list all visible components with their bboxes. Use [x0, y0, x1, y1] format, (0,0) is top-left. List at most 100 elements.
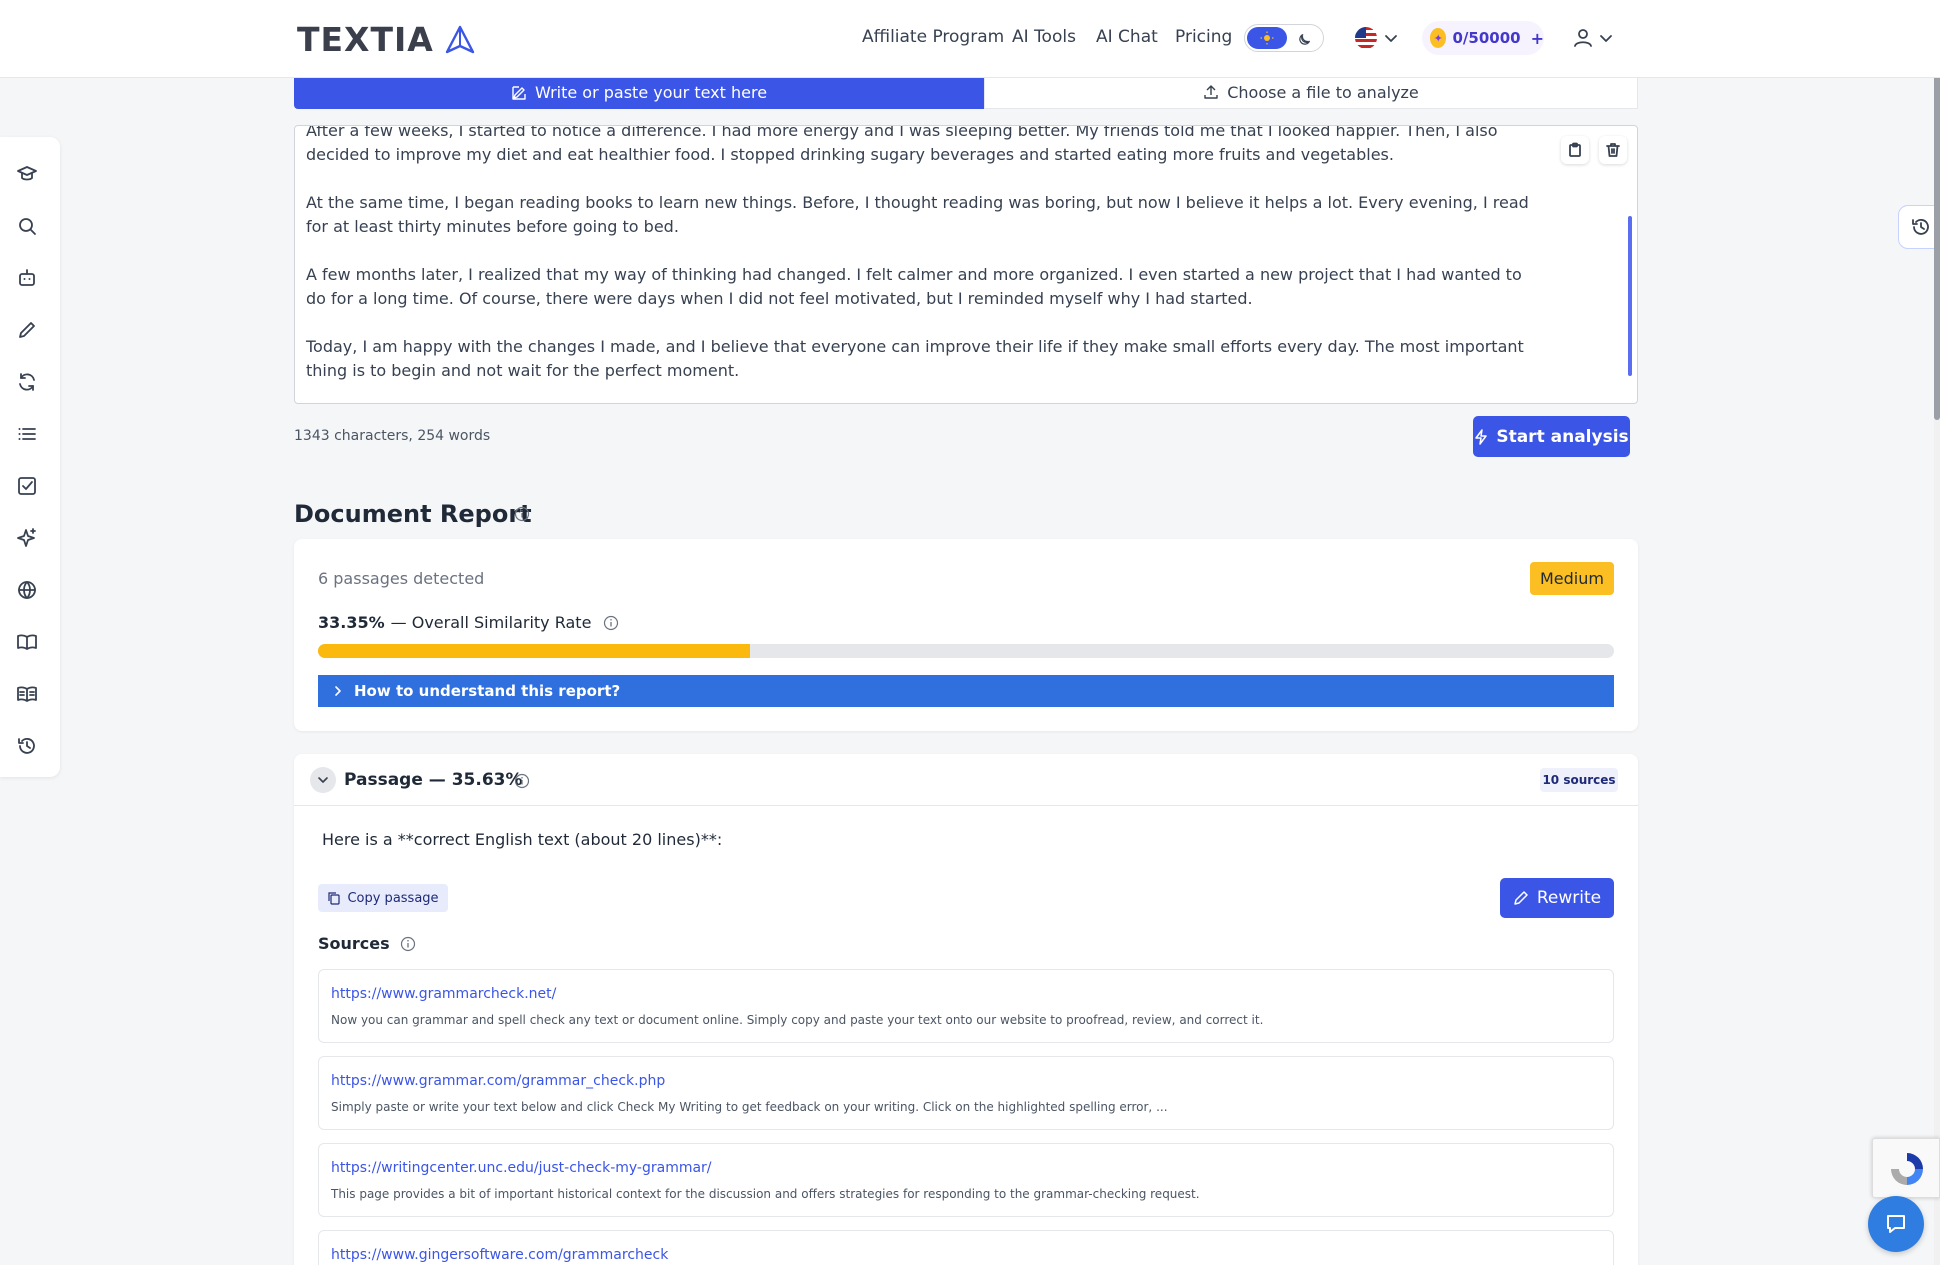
understand-report-toggle[interactable]: How to understand this report?	[318, 675, 1614, 707]
source-url[interactable]: https://www.gingersoftware.com/grammarch…	[331, 1247, 668, 1263]
rate-value: 33.35%	[318, 613, 385, 632]
history-icon[interactable]	[14, 733, 40, 759]
credits-badge[interactable]: ✦ 0/50000 +	[1422, 21, 1544, 55]
pencil-icon	[1514, 891, 1528, 905]
paste-button[interactable]	[1561, 136, 1589, 164]
similarity-progress-bar	[318, 644, 1614, 658]
text-editor[interactable]: After a few weeks, I started to notice a…	[294, 125, 1638, 404]
nav-ai-tools[interactable]: AI Tools	[1012, 27, 1076, 47]
language-chevron-down-icon[interactable]	[1383, 30, 1399, 46]
theme-toggle[interactable]	[1244, 24, 1324, 52]
overall-similarity-rate: 33.35% — Overall Similarity Rate	[318, 613, 619, 632]
add-credits-icon[interactable]: +	[1531, 29, 1544, 48]
character-word-count: 1343 characters, 254 words	[294, 428, 491, 444]
source-url[interactable]: https://writingcenter.unc.edu/just-check…	[331, 1160, 712, 1176]
robot-icon[interactable]	[14, 265, 40, 291]
copy-icon	[328, 892, 341, 905]
passages-detected: 6 passages detected	[318, 569, 485, 588]
graduation-cap-icon[interactable]	[14, 161, 40, 187]
source-item[interactable]: https://www.grammarcheck.net/ Now you ca…	[318, 969, 1614, 1043]
source-url[interactable]: https://www.grammarcheck.net/	[331, 986, 556, 1002]
editor-scrollbar[interactable]	[1628, 216, 1632, 376]
source-url[interactable]: https://www.grammar.com/grammar_check.ph…	[331, 1073, 665, 1089]
tab-write-text[interactable]: Write or paste your text here	[294, 76, 984, 109]
passage-card: Passage — 35.63% 10 sources Here is a **…	[294, 754, 1638, 1265]
coin-icon: ✦	[1430, 28, 1447, 48]
pencil-icon[interactable]	[14, 317, 40, 343]
nav-pricing[interactable]: Pricing	[1175, 27, 1232, 47]
info-icon[interactable]	[514, 773, 530, 789]
clipboard-icon	[1569, 142, 1581, 157]
logo-text: TEXTIA	[297, 20, 434, 59]
passage-header: Passage — 35.63% 10 sources	[294, 754, 1638, 806]
sources-heading: Sources	[318, 934, 416, 953]
globe-icon[interactable]	[14, 577, 40, 603]
collapse-passage-button[interactable]	[310, 767, 336, 793]
sun-icon	[1247, 27, 1287, 49]
info-icon[interactable]	[400, 936, 416, 952]
info-icon[interactable]	[514, 506, 530, 522]
report-summary-card: 6 passages detected Medium 33.35% — Over…	[294, 539, 1638, 731]
source-item[interactable]: https://writingcenter.unc.edu/just-check…	[318, 1143, 1614, 1217]
editor-text[interactable]: After a few weeks, I started to notice a…	[306, 126, 1546, 383]
copy-passage-button[interactable]: Copy passage	[318, 884, 448, 912]
similarity-level-badge: Medium	[1530, 562, 1614, 595]
recaptcha-logo-icon	[1891, 1153, 1923, 1185]
source-item[interactable]: https://www.grammar.com/grammar_check.ph…	[318, 1056, 1614, 1130]
chat-support-button[interactable]	[1868, 1196, 1924, 1252]
credits-count: 0/50000	[1452, 29, 1521, 47]
rate-label: — Overall Similarity Rate	[390, 613, 592, 632]
search-icon[interactable]	[14, 213, 40, 239]
checkbox-icon[interactable]	[14, 473, 40, 499]
rewrite-label: Rewrite	[1536, 888, 1602, 908]
chevron-right-icon	[335, 686, 341, 696]
editor-tools	[1561, 136, 1627, 164]
edit-icon	[512, 85, 526, 100]
open-book-icon[interactable]	[14, 629, 40, 655]
sources-title: Sources	[318, 934, 390, 953]
page-scrollbar[interactable]	[1934, 0, 1940, 1265]
source-item[interactable]: https://www.gingersoftware.com/grammarch…	[318, 1230, 1614, 1265]
input-mode-tabs: Write or paste your text here Choose a f…	[294, 76, 1638, 109]
user-icon[interactable]	[1572, 27, 1594, 49]
tab-write-label: Write or paste your text here	[534, 83, 768, 102]
nav-affiliate-program[interactable]: Affiliate Program	[862, 27, 1004, 47]
logo-triangle-icon	[445, 25, 475, 53]
lightning-icon	[1475, 428, 1488, 445]
source-description: Now you can grammar and spell check any …	[331, 1013, 1264, 1027]
clear-button[interactable]	[1599, 136, 1627, 164]
start-analysis-label: Start analysis	[1496, 426, 1629, 447]
moon-icon	[1293, 29, 1317, 49]
tools-sidebar	[0, 137, 60, 777]
copy-passage-label: Copy passage	[347, 890, 439, 906]
info-icon[interactable]	[603, 615, 619, 631]
refresh-icon[interactable]	[14, 369, 40, 395]
page-scrollbar-thumb[interactable]	[1934, 40, 1940, 420]
trash-icon	[1606, 143, 1620, 157]
tab-file-label: Choose a file to analyze	[1227, 82, 1419, 102]
sparkles-icon[interactable]	[14, 525, 40, 551]
source-description: This page provides a bit of important hi…	[331, 1187, 1200, 1201]
start-analysis-button[interactable]: Start analysis	[1473, 416, 1630, 457]
report-title: Document Report	[294, 500, 532, 528]
reading-book-icon[interactable]	[14, 681, 40, 707]
textia-logo[interactable]: TEXTIA	[297, 20, 476, 59]
passage-text: Here is a **correct English text (about …	[322, 830, 723, 849]
tab-choose-file[interactable]: Choose a file to analyze	[984, 76, 1638, 109]
chat-bubble-icon	[1887, 1215, 1905, 1233]
us-flag-icon[interactable]	[1355, 27, 1377, 49]
source-description: Simply paste or write your text below an…	[331, 1100, 1168, 1114]
history-icon	[1912, 219, 1929, 235]
rewrite-button[interactable]: Rewrite	[1500, 878, 1614, 918]
sources-count-badge: 10 sources	[1540, 768, 1618, 792]
user-menu-chevron-down-icon[interactable]	[1598, 30, 1614, 46]
list-icon[interactable]	[14, 421, 40, 447]
upload-icon	[1204, 85, 1218, 99]
recaptcha-badge[interactable]	[1872, 1138, 1940, 1198]
passage-title: Passage — 35.63%	[344, 770, 523, 790]
nav-ai-chat[interactable]: AI Chat	[1096, 27, 1158, 47]
understand-report-label: How to understand this report?	[354, 682, 621, 700]
chevron-down-icon	[318, 777, 328, 783]
top-header: TEXTIA Affiliate Program AI Tools AI Cha…	[0, 0, 1940, 78]
similarity-progress-fill	[318, 644, 751, 658]
